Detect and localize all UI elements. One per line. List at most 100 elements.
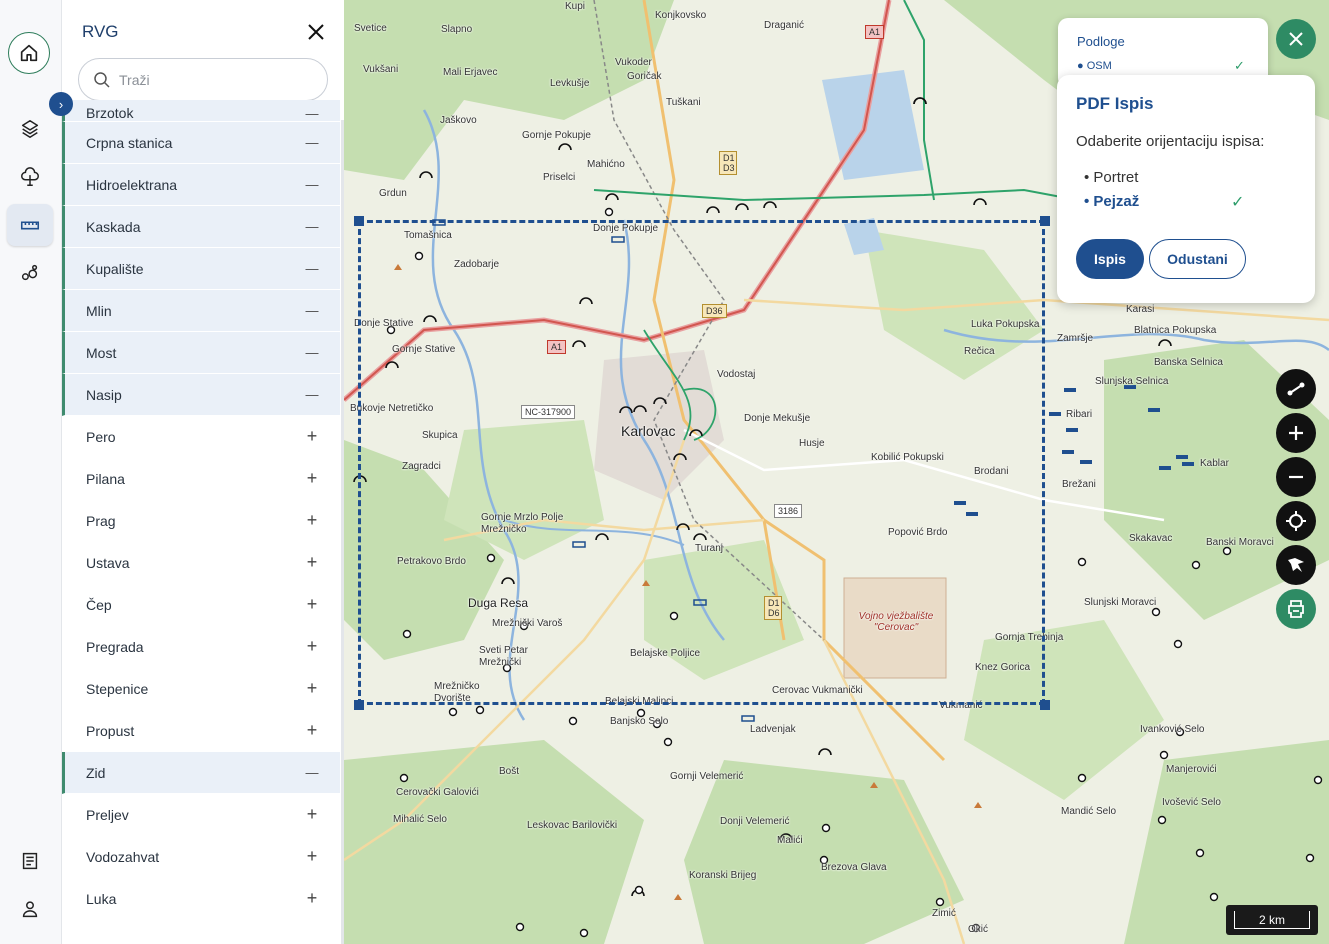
structure-type-label: Most [86, 344, 117, 361]
panel-title: RVG [82, 22, 119, 41]
structure-type-row[interactable]: Pilana + [62, 458, 340, 500]
structure-type-row[interactable]: Propust + [62, 710, 340, 752]
plus-icon[interactable]: + [304, 552, 320, 573]
structure-type-row[interactable]: Pero + [62, 416, 340, 458]
frame-handle[interactable] [354, 700, 364, 710]
structure-type-row[interactable]: Pregrada + [62, 626, 340, 668]
expand-panel-button[interactable]: › [49, 92, 73, 116]
document-button[interactable] [7, 840, 53, 882]
minus-icon[interactable]: — [304, 106, 320, 121]
structure-type-list: Brzotok — Crpna stanica — Hidroelektrana — Kas… [62, 100, 340, 920]
check-icon: ✓ [1231, 194, 1245, 211]
structure-type-row[interactable]: Preljev + [62, 794, 340, 836]
option-portrait[interactable]: • Portret [1084, 169, 1138, 186]
bubbles-button[interactable] [7, 252, 53, 294]
place-label: Kablar [1200, 458, 1229, 469]
structure-type-row[interactable]: Hidroelektrana — [62, 164, 340, 206]
plus-icon[interactable]: + [304, 594, 320, 615]
minus-icon[interactable]: — [304, 387, 320, 402]
scale-label: 2 km [1234, 911, 1310, 929]
road-shield: A1 [865, 25, 885, 39]
structure-type-label: Nasip [86, 386, 122, 403]
structure-type-row[interactable]: Čep + [62, 584, 340, 626]
place-label: Banski Moravci [1206, 537, 1274, 548]
plus-icon[interactable]: + [304, 636, 320, 657]
plus-icon[interactable]: + [304, 888, 320, 909]
crosshair-icon [1286, 511, 1306, 531]
frame-handle[interactable] [354, 216, 364, 226]
place-label: Manjerovići [1166, 764, 1217, 775]
plus-icon[interactable]: + [304, 804, 320, 825]
structure-type-label: Kupalište [86, 260, 144, 277]
home-button[interactable] [8, 32, 50, 74]
structure-type-row[interactable]: Brzotok — [62, 100, 340, 122]
structure-type-row[interactable]: Stepenice + [62, 668, 340, 710]
place-label: Leskovac Barilovički [527, 820, 618, 831]
minus-icon[interactable]: — [304, 765, 320, 780]
structure-type-label: Mlin [86, 302, 112, 319]
home-icon [20, 44, 38, 62]
print-tool-button[interactable] [1276, 589, 1316, 629]
plus-icon[interactable]: + [304, 510, 320, 531]
basemap-option-osm[interactable]: ● OSM [1077, 60, 1112, 72]
option-landscape[interactable]: • Pejzaž [1084, 193, 1139, 210]
minus-icon[interactable]: — [304, 261, 320, 276]
minus-icon[interactable]: — [304, 303, 320, 318]
close-icon [1289, 32, 1303, 46]
structure-type-row[interactable]: Nasip — [62, 374, 340, 416]
place-label: Tuškani [666, 97, 701, 108]
place-label: Slapno [441, 24, 473, 35]
frame-handle[interactable] [1040, 216, 1050, 226]
frame-handle[interactable] [1040, 700, 1050, 710]
minus-icon[interactable]: — [304, 219, 320, 234]
minus-icon[interactable]: — [304, 135, 320, 150]
document-icon [22, 852, 38, 870]
croatia-map-icon [1288, 558, 1304, 572]
structure-type-row[interactable]: Zid — [62, 752, 340, 794]
plus-icon[interactable]: + [304, 426, 320, 447]
structures-button[interactable] [7, 204, 53, 246]
structure-type-label: Luka [86, 890, 117, 907]
check-icon: ✓ [1234, 58, 1245, 73]
structure-type-label: Hidroelektrana [86, 176, 178, 193]
tree-button[interactable] [7, 156, 53, 198]
close-dialog-button[interactable] [1276, 19, 1316, 59]
zoom-out-button[interactable] [1276, 457, 1316, 497]
plus-icon[interactable]: + [304, 678, 320, 699]
user-button[interactable] [7, 888, 53, 930]
structure-type-row[interactable]: Mlin — [62, 290, 340, 332]
structure-type-label: Prag [86, 512, 116, 529]
plus-icon[interactable]: + [304, 468, 320, 489]
place-label: Skakavac [1129, 533, 1173, 544]
structure-type-label: Preljev [86, 806, 129, 823]
minus-icon[interactable]: — [304, 345, 320, 360]
zoom-in-button[interactable] [1276, 413, 1316, 453]
measure-button[interactable] [1276, 369, 1316, 409]
structure-type-row[interactable]: Ustava + [62, 542, 340, 584]
cancel-button[interactable]: Odustani [1149, 239, 1246, 279]
place-label: Levkušje [550, 78, 590, 89]
structure-type-row[interactable]: Kupalište — [62, 248, 340, 290]
close-panel-button[interactable] [304, 20, 328, 44]
structure-type-row[interactable]: Most — [62, 332, 340, 374]
locate-button[interactable] [1276, 501, 1316, 541]
print-button[interactable]: Ispis [1076, 239, 1144, 279]
croatia-extent-button[interactable] [1276, 545, 1316, 585]
search-box [78, 58, 328, 101]
print-area-frame[interactable] [358, 220, 1045, 705]
structure-type-row[interactable]: Kaskada — [62, 206, 340, 248]
minus-icon[interactable]: — [304, 177, 320, 192]
structure-type-row[interactable]: Crpna stanica — [62, 122, 340, 164]
place-label: Zamršje [1057, 333, 1094, 344]
place-label: Slunjska Selnica [1095, 376, 1169, 387]
search-input[interactable] [119, 71, 309, 88]
plus-icon[interactable]: + [304, 846, 320, 867]
structure-type-row[interactable]: Prag + [62, 500, 340, 542]
plus-icon[interactable]: + [304, 720, 320, 741]
panel-scrollbar[interactable] [341, 120, 344, 944]
place-label: Ribari [1066, 409, 1093, 420]
place-label: Malići [777, 835, 803, 846]
structure-type-row[interactable]: Luka + [62, 878, 340, 920]
layers-button[interactable] [7, 108, 53, 150]
structure-type-row[interactable]: Vodozahvat + [62, 836, 340, 878]
